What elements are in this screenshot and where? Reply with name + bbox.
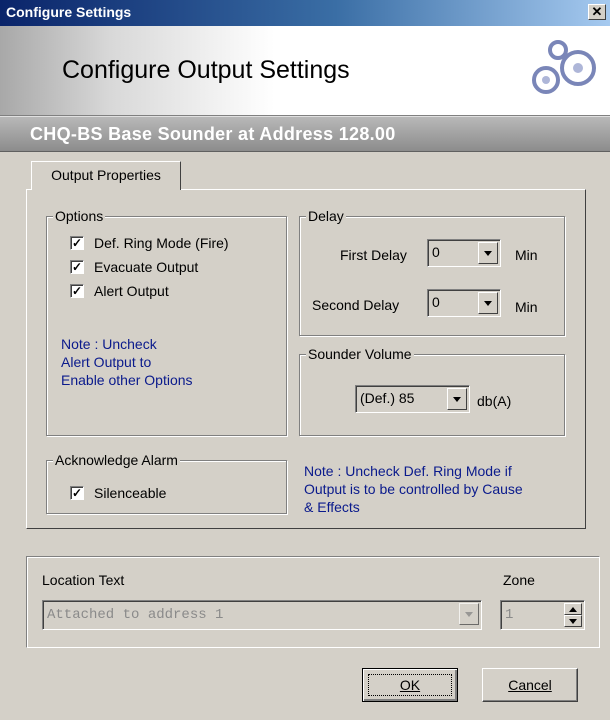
evacuate-output-checkbox[interactable]: ✓ Evacuate Output [70,259,198,275]
second-delay-unit: Min [515,299,538,315]
focus-ring [368,674,452,696]
sounder-volume-group: Sounder Volume (Def.) 85 db(A) [299,346,565,436]
zone-spinner[interactable]: 1 [500,600,585,630]
acknowledge-alarm-group: Acknowledge Alarm ✓ Silenceable [46,452,287,514]
ring-mode-note: Note : Uncheck Def. Ring Mode if Output … [304,463,523,515]
cancel-button[interactable]: Cancel [482,668,578,702]
second-delay-label: Second Delay [312,297,400,313]
tab-panel: Options ✓ Def. Ring Mode (Fire) ✓ Evacua… [26,189,586,529]
chevron-down-icon[interactable] [478,242,498,264]
first-delay-label: First Delay [340,247,407,263]
acknowledge-alarm-legend: Acknowledge Alarm [53,452,180,468]
alert-output-label: Alert Output [94,283,169,299]
close-button[interactable]: ✕ [588,4,606,20]
options-group: Options ✓ Def. Ring Mode (Fire) ✓ Evacua… [46,208,287,436]
alert-output-checkbox[interactable]: ✓ Alert Output [70,283,169,299]
chevron-down-icon[interactable] [459,603,479,625]
sounder-volume-unit: db(A) [477,393,512,409]
zone-label: Zone [503,572,535,588]
page-title: Configure Output Settings [62,56,350,84]
sounder-volume-legend: Sounder Volume [306,346,414,362]
delay-group: Delay First Delay 0 Min Second Delay 0 M… [299,208,565,336]
device-description: CHQ-BS Base Sounder at Address 128.00 [30,124,396,144]
options-legend: Options [53,208,106,224]
second-delay-dropdown[interactable]: 0 [427,289,501,317]
window-title: Configure Settings [6,4,132,20]
gears-icon [532,40,596,94]
header-banner: Configure Output Settings [0,26,610,116]
sounder-volume-dropdown[interactable]: (Def.) 85 [355,385,470,413]
chevron-down-icon[interactable] [478,292,498,314]
def-ring-mode-checkbox[interactable]: ✓ Def. Ring Mode (Fire) [70,235,229,251]
chevron-down-icon[interactable] [447,388,467,410]
tab-output-properties[interactable]: Output Properties [31,161,181,190]
spin-down-icon[interactable] [564,615,582,627]
first-delay-dropdown[interactable]: 0 [427,239,501,267]
location-text-label: Location Text [42,572,125,588]
spin-up-icon[interactable] [564,603,582,615]
options-note: Note : Uncheck Alert Output to Enable ot… [61,336,193,388]
device-band: CHQ-BS Base Sounder at Address 128.00 [0,116,610,152]
first-delay-unit: Min [515,247,538,263]
delay-legend: Delay [306,208,346,224]
title-bar[interactable]: Configure Settings ✕ [0,0,610,26]
close-icon: ✕ [591,4,603,19]
check-icon[interactable]: ✓ [70,236,84,250]
location-text-dropdown[interactable]: Attached to address 1 [42,600,482,630]
location-panel: Location Text Attached to address 1 Zone… [26,556,600,648]
evacuate-output-label: Evacuate Output [94,259,199,275]
check-icon[interactable]: ✓ [70,260,84,274]
def-ring-mode-label: Def. Ring Mode (Fire) [94,235,229,251]
silenceable-checkbox[interactable]: ✓ Silenceable [70,485,166,501]
check-icon[interactable]: ✓ [70,486,84,500]
check-icon[interactable]: ✓ [70,284,84,298]
silenceable-label: Silenceable [94,485,167,501]
ok-button[interactable]: OK [362,668,458,702]
